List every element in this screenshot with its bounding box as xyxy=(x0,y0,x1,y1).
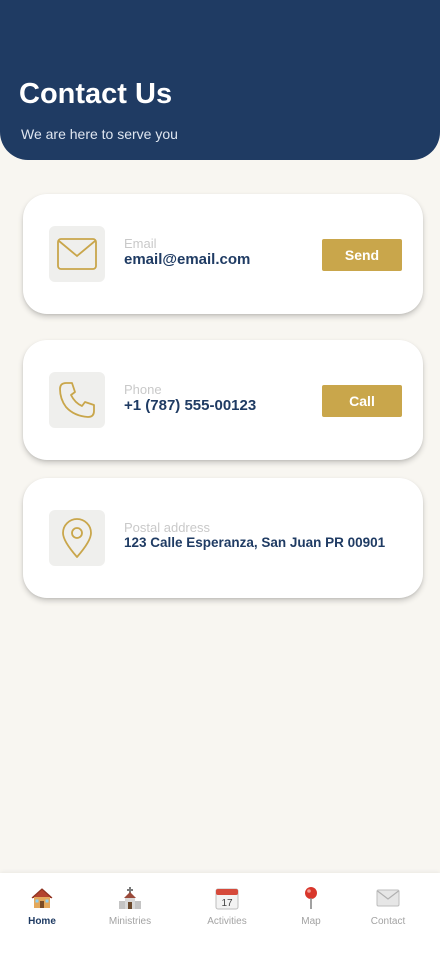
email-value: email@email.com xyxy=(124,251,251,268)
email-label: Email xyxy=(124,236,157,251)
nav-label-activities: Activities xyxy=(207,916,247,927)
location-pin-icon xyxy=(62,518,92,558)
email-card: Email email@email.com Send xyxy=(23,194,423,314)
nav-item-ministries[interactable]: Ministries xyxy=(86,873,174,943)
mail-icon xyxy=(375,885,401,911)
page-subtitle: We are here to serve you xyxy=(21,126,178,142)
nav-item-home[interactable]: Home xyxy=(0,873,86,943)
nav-item-contact[interactable]: Contact xyxy=(344,873,432,943)
church-icon xyxy=(117,885,143,911)
send-button[interactable]: Send xyxy=(322,239,402,271)
house-icon xyxy=(29,885,55,911)
svg-text:17: 17 xyxy=(221,898,233,909)
phone-value: +1 (787) 555-00123 xyxy=(124,397,257,414)
address-card: Postal address 123 Calle Esperanza, San … xyxy=(23,478,423,598)
call-button[interactable]: Call xyxy=(322,385,402,417)
email-icon-box xyxy=(49,226,105,282)
header: Contact Us We are here to serve you xyxy=(0,0,440,160)
address-value: 123 Calle Esperanza, San Juan PR 00901 xyxy=(124,535,386,550)
nav-label-contact: Contact xyxy=(370,916,406,927)
phone-icon-box xyxy=(49,372,105,428)
address-label: Postal address xyxy=(124,520,210,535)
nav-label-ministries: Ministries xyxy=(108,916,152,927)
nav-item-activities[interactable]: 17 Activities xyxy=(183,873,271,943)
phone-card: Phone +1 (787) 555-00123 Call xyxy=(23,340,423,460)
phone-label: Phone xyxy=(124,382,162,397)
nav-label-home: Home xyxy=(28,916,56,927)
nav-item-map[interactable]: Map xyxy=(267,873,355,943)
page-title: Contact Us xyxy=(19,78,173,110)
nav-label-map: Map xyxy=(301,916,321,927)
calendar-icon: 17 xyxy=(214,885,240,911)
bottom-nav: Home Ministries 17 Activities Map Contac… xyxy=(0,873,440,956)
phone-icon xyxy=(59,382,95,418)
map-pin-icon xyxy=(298,885,324,911)
address-icon-box xyxy=(49,510,105,566)
envelope-icon xyxy=(57,238,97,270)
